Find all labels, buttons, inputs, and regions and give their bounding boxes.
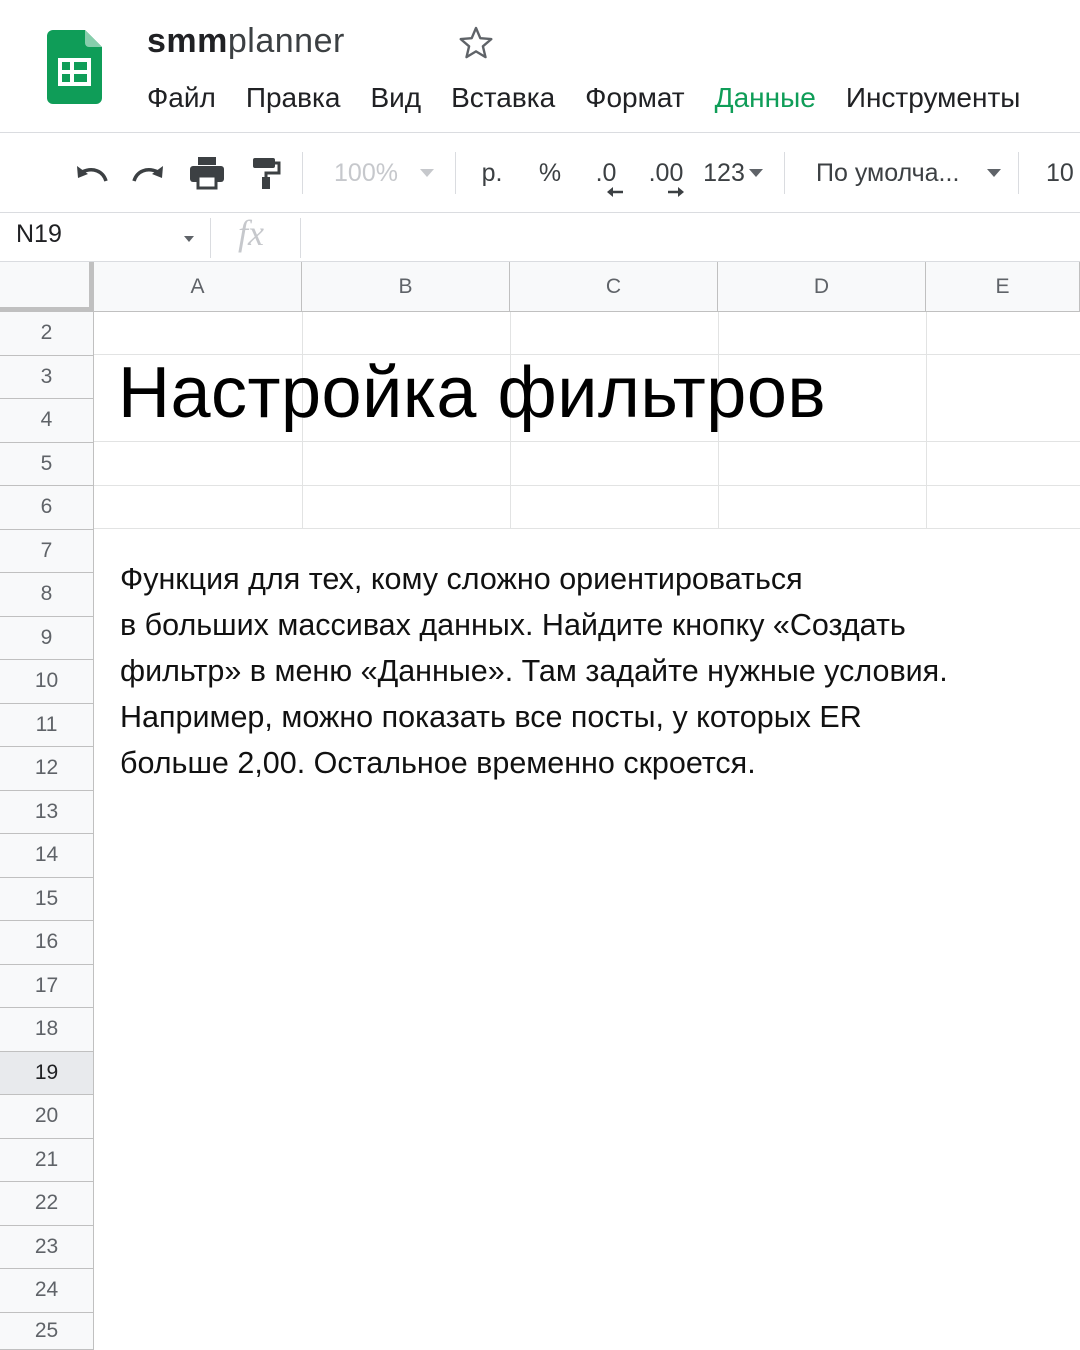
row-header[interactable]: 12: [0, 747, 94, 791]
row-header[interactable]: 16: [0, 921, 94, 965]
menu-edit[interactable]: Правка: [246, 82, 341, 114]
name-box[interactable]: N19: [16, 220, 62, 249]
undo-icon: [77, 166, 108, 182]
description-line: фильтр» в меню «Данные». Там задайте нуж…: [120, 654, 948, 688]
row-header[interactable]: 20: [0, 1095, 94, 1139]
menu-format[interactable]: Формат: [585, 82, 684, 114]
undo-button[interactable]: [70, 134, 112, 212]
row-header[interactable]: 8: [0, 573, 94, 617]
row-header[interactable]: 6: [0, 486, 94, 530]
row-header[interactable]: 10: [0, 660, 94, 704]
column-header[interactable]: E: [926, 262, 1080, 312]
menu-view[interactable]: Вид: [370, 82, 421, 114]
zoom-value: 100%: [334, 158, 398, 187]
row-header[interactable]: 2: [0, 312, 94, 356]
formula-separator: [210, 218, 211, 258]
row-header[interactable]: 11: [0, 703, 94, 747]
decrease-decimal-button[interactable]: .0: [584, 134, 628, 212]
redo-button[interactable]: [128, 134, 170, 212]
font-family-select[interactable]: По умолча...: [800, 134, 1010, 212]
more-formats-button[interactable]: 123: [700, 134, 766, 212]
row-header[interactable]: 9: [0, 616, 94, 660]
font-size-select[interactable]: 10: [1046, 134, 1080, 212]
arrow-right-icon: [667, 186, 684, 197]
chevron-down-icon: [987, 169, 1002, 177]
fx-icon: fx: [238, 213, 264, 253]
row-header[interactable]: 14: [0, 834, 94, 878]
divider: [0, 132, 1080, 133]
star-icon[interactable]: [458, 25, 494, 61]
description-text: Функция для тех, кому сложно ориентирова…: [120, 556, 1060, 786]
menu-file[interactable]: Файл: [147, 82, 216, 114]
row-header[interactable]: 15: [0, 877, 94, 921]
document-title[interactable]: smmplanner: [147, 22, 345, 61]
column-header[interactable]: C: [510, 262, 718, 312]
print-button[interactable]: [186, 134, 228, 212]
description-line: больше 2,00. Остальное временно скроется…: [120, 746, 756, 780]
row-header[interactable]: 3: [0, 355, 94, 399]
toolbar-separator: [302, 152, 303, 194]
google-sheets-icon[interactable]: [47, 30, 102, 104]
zoom-select[interactable]: 100%: [326, 134, 442, 212]
menu-tools[interactable]: Инструменты: [846, 82, 1021, 114]
toolbar-separator: [455, 152, 456, 194]
row-header[interactable]: 25: [0, 1312, 94, 1350]
column-header[interactable]: D: [718, 262, 926, 312]
row-header[interactable]: 22: [0, 1182, 94, 1226]
row-header[interactable]: 13: [0, 790, 94, 834]
toolbar: 100% р. % .0 .00 123 По умолча... 10: [0, 134, 1080, 212]
menu-insert[interactable]: Вставка: [451, 82, 555, 114]
menu-data[interactable]: Данные: [715, 82, 816, 114]
formula-separator: [300, 218, 301, 258]
row-header-selected[interactable]: 19: [0, 1051, 94, 1095]
chevron-down-icon[interactable]: [184, 236, 194, 242]
row-header[interactable]: 4: [0, 399, 94, 443]
row-header[interactable]: 23: [0, 1225, 94, 1269]
column-header[interactable]: A: [94, 262, 302, 312]
row-header[interactable]: 24: [0, 1269, 94, 1313]
currency-format-button[interactable]: р.: [472, 134, 512, 212]
row-header[interactable]: 17: [0, 964, 94, 1008]
menu-bar: Файл Правка Вид Вставка Формат Данные Ин…: [147, 82, 1050, 114]
paint-format-button[interactable]: [246, 134, 286, 212]
print-icon: [190, 157, 224, 190]
row-header[interactable]: 18: [0, 1008, 94, 1052]
paint-format-icon: [253, 158, 281, 189]
increase-decimal-button[interactable]: .00: [642, 134, 690, 212]
chevron-down-icon: [748, 169, 763, 177]
row-header[interactable]: 7: [0, 529, 94, 573]
row-header[interactable]: 21: [0, 1138, 94, 1182]
row-header[interactable]: 5: [0, 442, 94, 486]
chevron-down-icon: [419, 169, 434, 177]
page-title: Настройка фильтров: [118, 353, 827, 433]
percent-format-button[interactable]: %: [530, 134, 570, 212]
column-header[interactable]: B: [302, 262, 510, 312]
redo-icon: [132, 166, 163, 182]
description-line: Например, можно показать все посты, у ко…: [120, 700, 862, 734]
description-line: в больших массивах данных. Найдите кнопк…: [120, 608, 906, 642]
description-line: Функция для тех, кому сложно ориентирова…: [120, 562, 803, 596]
arrow-left-icon: [606, 186, 623, 197]
select-all-corner[interactable]: [0, 262, 94, 312]
toolbar-separator: [1018, 152, 1019, 194]
divider: [0, 212, 1080, 213]
toolbar-separator: [784, 152, 785, 194]
